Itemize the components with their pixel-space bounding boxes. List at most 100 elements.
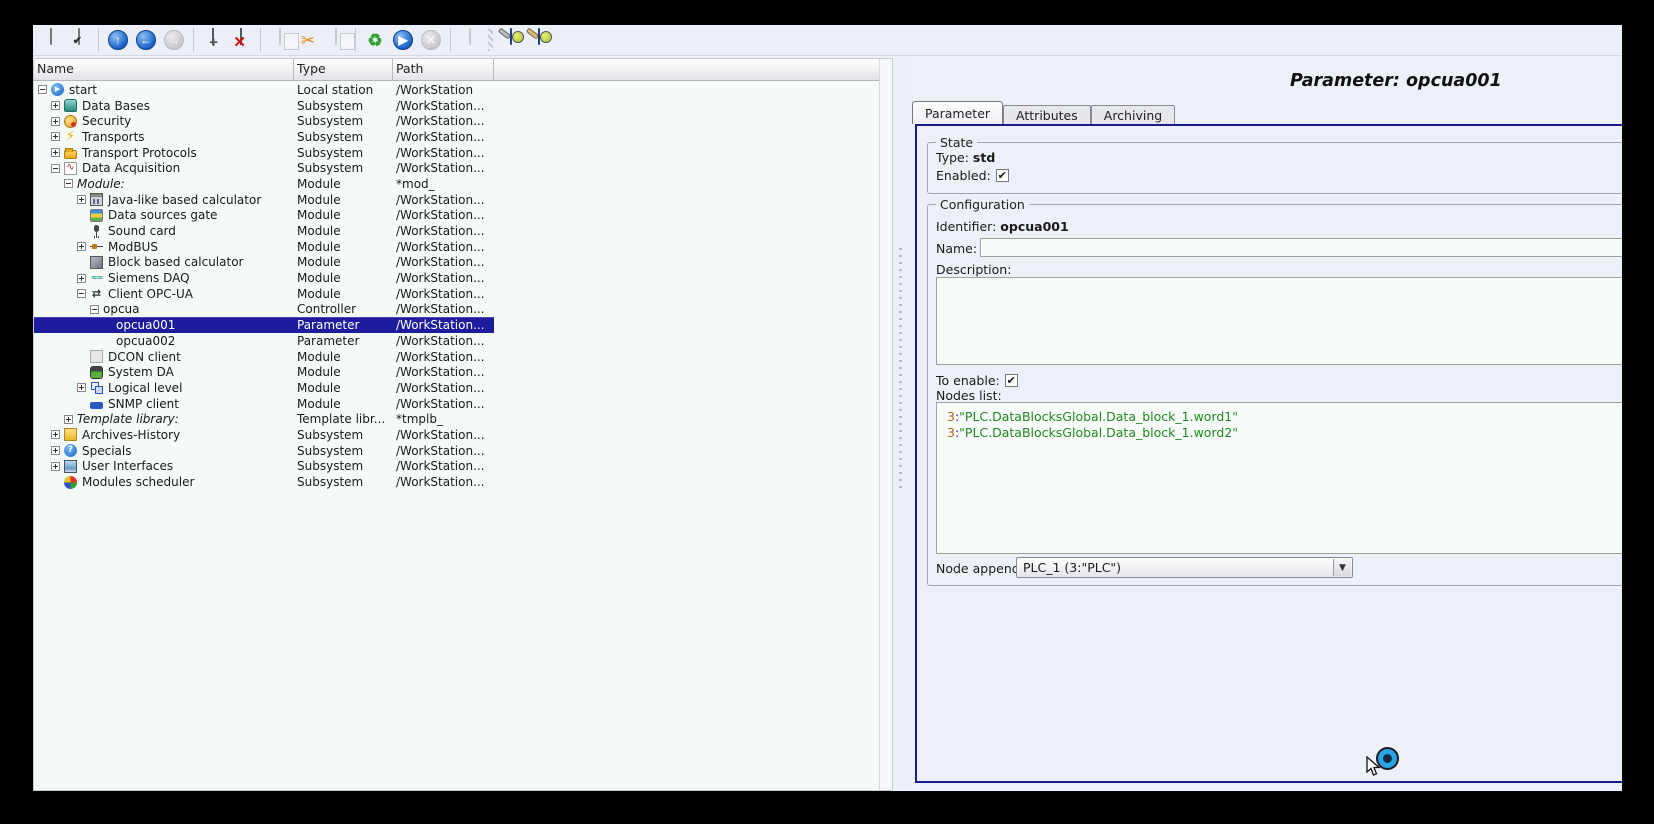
tree-item-label: Siemens DAQ (108, 271, 190, 285)
expand-icon[interactable] (77, 383, 86, 392)
tree-item-label: Data sources gate (108, 208, 217, 222)
tree-row-start[interactable]: ▶startLocal station/WorkStation (34, 82, 494, 98)
tree-row-dcon-client[interactable]: DCON clientModule/WorkStation... (34, 349, 494, 365)
expand-icon[interactable] (51, 430, 60, 439)
expand-icon[interactable] (51, 148, 60, 157)
node-entry: 3:"PLC.DataBlocksGlobal.Data_block_1.wor… (947, 425, 1622, 441)
tree-row-user-interfaces[interactable]: User InterfacesSubsystem/WorkStation... (34, 459, 494, 475)
up-level-button[interactable]: ↑ (105, 27, 131, 53)
tree-item-type: Subsystem (294, 146, 393, 160)
collapse-icon[interactable] (38, 85, 47, 94)
tree-row-specials[interactable]: ?SpecialsSubsystem/WorkStation... (34, 443, 494, 459)
tree-row-data-bases[interactable]: Data BasesSubsystem/WorkStation... (34, 98, 494, 114)
tree-item-path: /WorkStation... (393, 240, 494, 254)
refresh-button[interactable]: ♻ (362, 27, 388, 53)
tab-attributes[interactable]: Attributes (1003, 105, 1091, 124)
tree-row-siemens-daq[interactable]: ≈≈Siemens DAQModule/WorkStation... (34, 270, 494, 286)
tree-row-system-da[interactable]: System DAModule/WorkStation... (34, 364, 494, 380)
to-enable-checkbox[interactable] (1005, 374, 1018, 387)
sound-icon (90, 225, 103, 238)
tree-row-opcua[interactable]: opcuaController/WorkStation... (34, 302, 494, 318)
tree-row-block-based-calculator[interactable]: Block based calculatorModule/WorkStation… (34, 255, 494, 271)
description-textarea[interactable] (936, 277, 1622, 365)
expand-icon[interactable] (51, 117, 60, 126)
tree-item-label: Template library: (77, 412, 179, 426)
back-button[interactable]: ← (133, 27, 159, 53)
tree-header-type[interactable]: Type (294, 59, 393, 80)
expand-icon[interactable] (77, 195, 86, 204)
tree-item-path: /WorkStation... (393, 381, 494, 395)
expand-icon[interactable] (51, 446, 60, 455)
toolbar-drag-handle[interactable] (488, 29, 493, 51)
start-updating-button[interactable]: ▶ (390, 27, 416, 53)
tree-row-data-acquisition[interactable]: ∿Data AcquisitionSubsystem/WorkStation..… (34, 160, 494, 176)
expand-icon[interactable] (51, 462, 60, 471)
add-item-button[interactable]: + (200, 27, 226, 53)
splitter[interactable] (893, 58, 908, 791)
back-icon: ← (135, 29, 157, 51)
node-append-combobox[interactable]: PLC_1 (3:"PLC") ▼ (1016, 557, 1353, 578)
tree-row-java-like-based-calculator[interactable]: Java-like based calculatorModule/WorkSta… (34, 192, 494, 208)
tree-row-transport-protocols[interactable]: Transport Protocols Subsystem/WorkStation… (34, 145, 494, 161)
tree-item-type: Controller (294, 302, 393, 316)
calc-icon (90, 193, 103, 206)
tree-row-data-sources-gate[interactable]: Data sources gateModule/WorkStation... (34, 208, 494, 224)
tree-header-name[interactable]: Name (34, 59, 294, 80)
tree-scrollbar[interactable] (879, 59, 892, 790)
tree-item-type: Module (294, 397, 393, 411)
tree-item-type: Module (294, 350, 393, 364)
tree-row-logical-level[interactable]: Logical levelModule/WorkStation... (34, 380, 494, 396)
tree-row-client-opc-ua[interactable]: ⇄Client OPC-UAModule/WorkStation... (34, 286, 494, 302)
enabled-checkbox[interactable] (996, 169, 1009, 182)
tree-row-template-library[interactable]: Template library:Template libr...*tmplb_ (34, 411, 494, 427)
enabled-row: Enabled: (936, 168, 1009, 183)
tree-item-label: Transport Protocols (82, 146, 197, 160)
clock-wrench-button[interactable] (498, 27, 524, 53)
collapse-icon[interactable] (64, 179, 73, 188)
tree-item-path: /WorkStation... (393, 146, 494, 160)
chevron-down-icon[interactable]: ▼ (1333, 559, 1351, 576)
tree-row-snmp-client[interactable]: SNMP clientModule/WorkStation... (34, 396, 494, 412)
paste-icon (325, 29, 347, 51)
delete-item-button[interactable]: ✕ (228, 27, 254, 53)
collapse-icon[interactable] (51, 164, 60, 173)
tree-row-opcua001[interactable]: opcua001Parameter/WorkStation... (34, 317, 494, 333)
tree-item-label: User Interfaces (82, 459, 173, 473)
tree-row-archives-history[interactable]: Archives-HistorySubsystem/WorkStation... (34, 427, 494, 443)
tree-header-path[interactable]: Path (393, 59, 494, 80)
tree-item-type: Subsystem (294, 161, 393, 175)
tree-item-type: Subsystem (294, 130, 393, 144)
tree-item-type: Module (294, 224, 393, 238)
tree-row-modbus[interactable]: ModBUSModule/WorkStation... (34, 239, 494, 255)
collapse-icon[interactable] (90, 305, 99, 314)
expand-icon[interactable] (77, 274, 86, 283)
configuration-legend: Configuration (936, 197, 1029, 212)
archive-icon (64, 428, 77, 441)
clock-edit-button[interactable] (526, 27, 552, 53)
app-window: ✔↑←→+✕✂♻▶✕ Name Type Path ▶startLocal st… (33, 25, 1622, 791)
expand-icon[interactable] (77, 242, 86, 251)
transport-icon: ⚡ (64, 130, 77, 143)
expand-icon[interactable] (51, 101, 60, 110)
tree-row-sound-card[interactable]: Sound cardModule/WorkStation... (34, 223, 494, 239)
tab-bar: ParameterAttributesArchiving (912, 101, 1175, 124)
tree-row-security[interactable]: SecuritySubsystem/WorkStation... (34, 113, 494, 129)
tree-row-transports[interactable]: ⚡TransportsSubsystem/WorkStation... (34, 129, 494, 145)
tab-archiving[interactable]: Archiving (1091, 105, 1175, 124)
tree-row-module[interactable]: Module:Module*mod_ (34, 176, 494, 192)
expand-icon[interactable] (51, 132, 60, 141)
tab-parameter[interactable]: Parameter (912, 101, 1003, 124)
load-from-db-button[interactable] (38, 27, 64, 53)
save-to-db-button[interactable]: ✔ (66, 27, 92, 53)
manual-page-button (457, 27, 483, 53)
cut-item-button[interactable]: ✂ (295, 27, 321, 53)
nodes-list-editor[interactable]: 3:"PLC.DataBlocksGlobal.Data_block_1.wor… (936, 402, 1622, 554)
expand-icon[interactable] (64, 415, 73, 424)
collapse-icon[interactable] (77, 289, 86, 298)
tree-item-type: Module (294, 240, 393, 254)
dbsave-icon: ✔ (68, 29, 90, 51)
name-input[interactable] (980, 238, 1622, 257)
stop-icon: ✕ (420, 29, 442, 51)
tree-row-opcua002[interactable]: opcua002Parameter/WorkStation... (34, 333, 494, 349)
tree-row-modules-scheduler[interactable]: Modules schedulerSubsystem/WorkStation..… (34, 474, 494, 490)
